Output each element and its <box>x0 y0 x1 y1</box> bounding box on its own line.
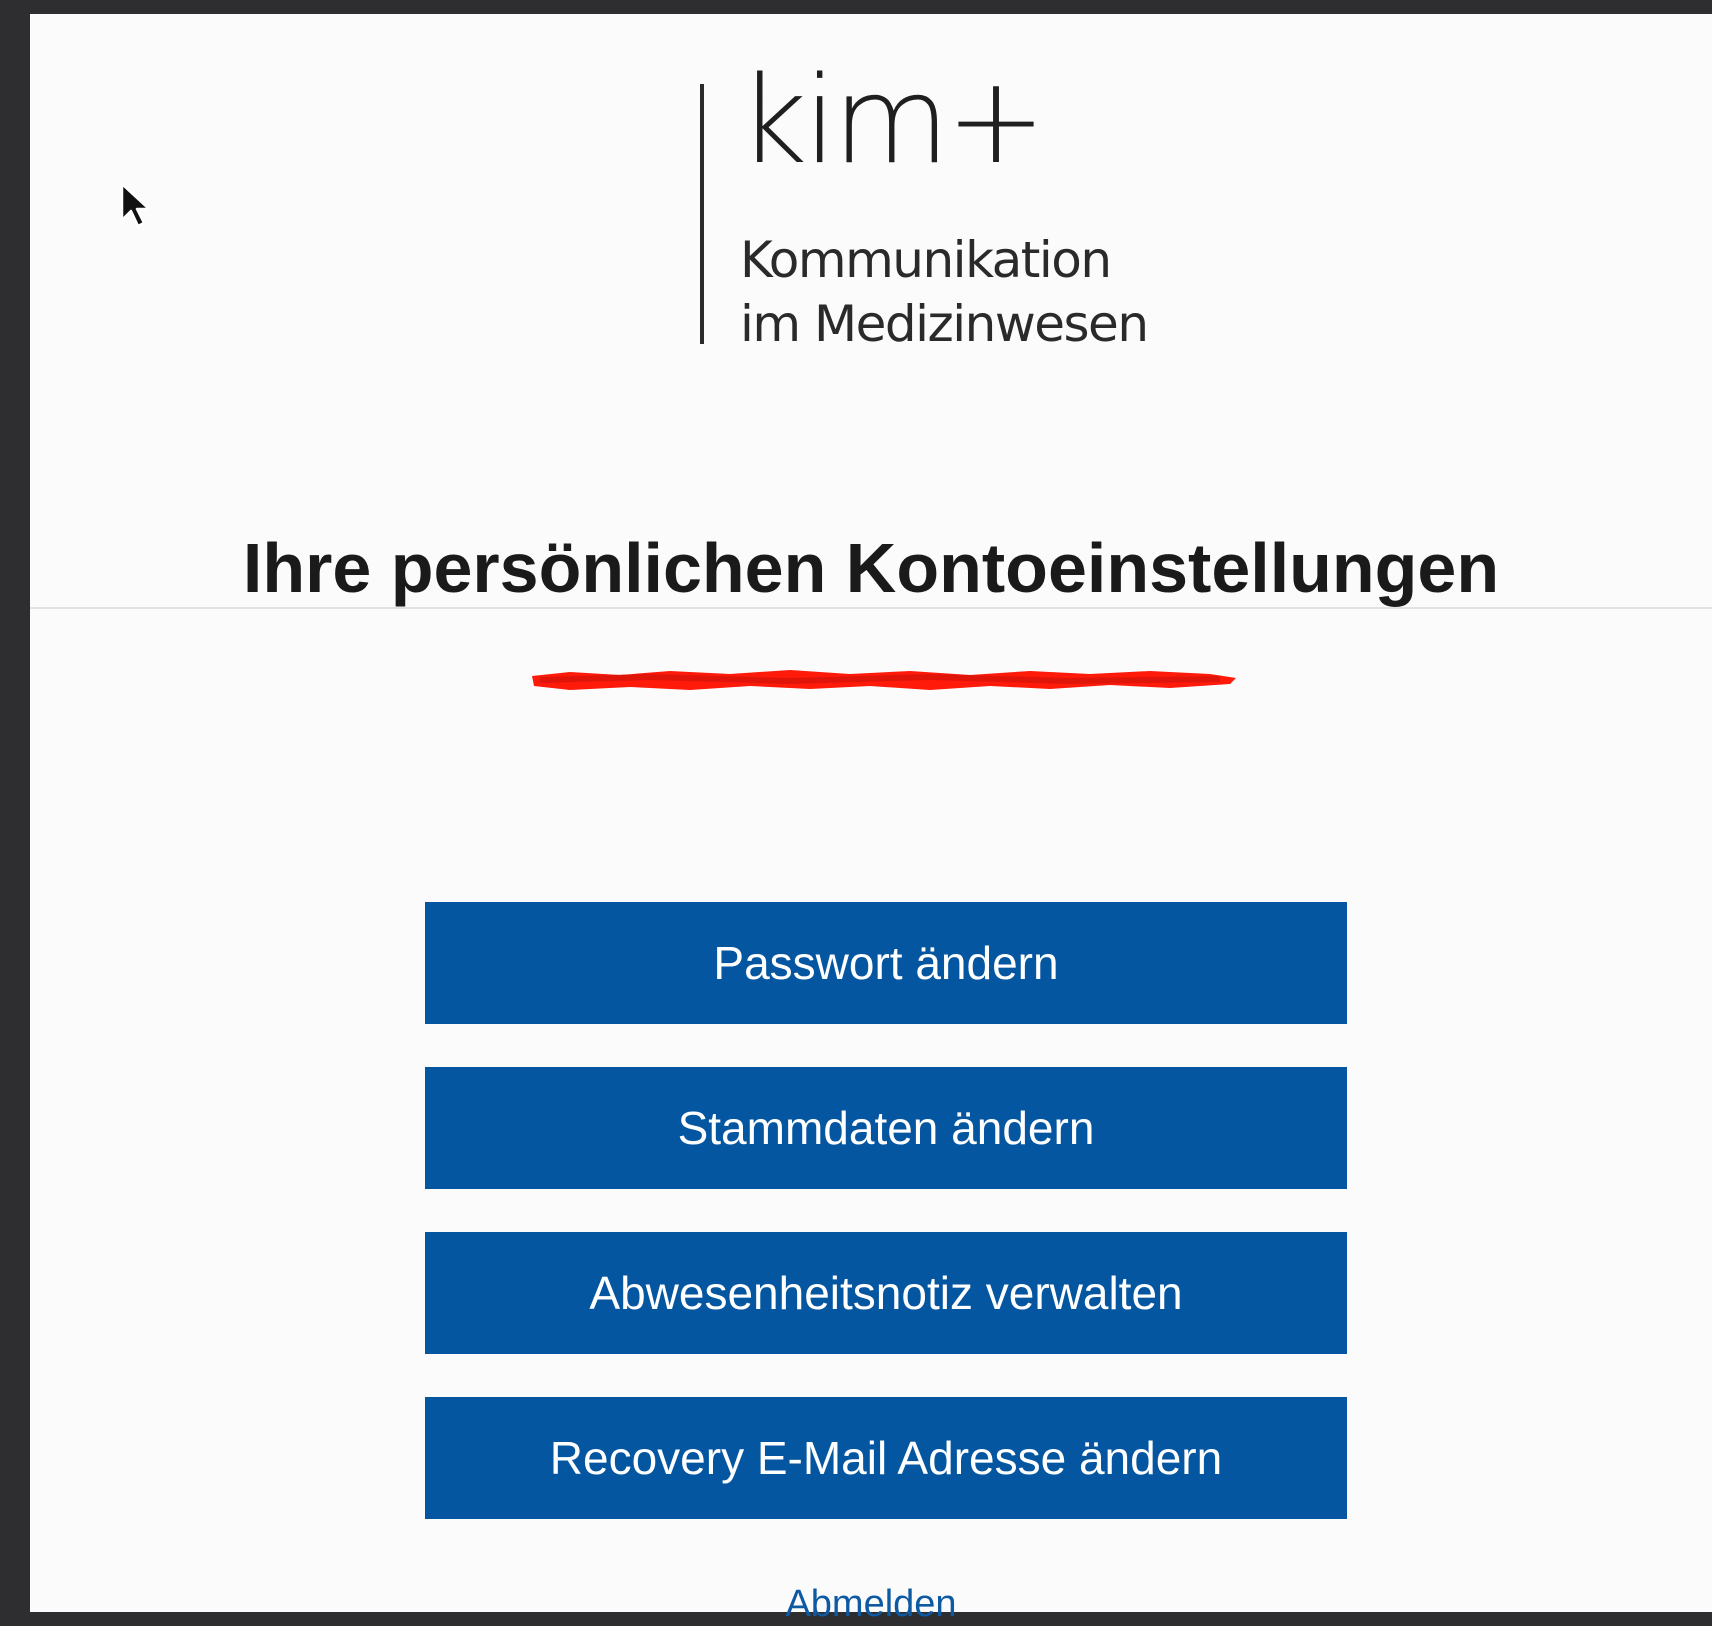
account-actions: Passwort ändern Stammdaten ändern Abwese… <box>425 902 1347 1562</box>
logo-divider-bar <box>700 84 704 344</box>
page-title: Ihre persönlichen Kontoeinstellungen <box>242 528 1500 607</box>
logo-tagline-line2: im Medizinwesen <box>740 295 1149 353</box>
logo-tagline-line1: Kommunikation <box>740 231 1112 289</box>
change-recovery-email-button[interactable]: Recovery E-Mail Adresse ändern <box>425 1397 1347 1519</box>
kim-logo: kim+ Kommunikation im Medizinwesen <box>670 62 1150 353</box>
manage-absence-note-button[interactable]: Abwesenheitsnotiz verwalten <box>425 1232 1347 1354</box>
browser-page: kim+ Kommunikation im Medizinwesen Ihre … <box>30 14 1712 1625</box>
header-divider <box>30 607 1712 609</box>
mouse-pointer-icon <box>120 182 150 228</box>
change-master-data-button[interactable]: Stammdaten ändern <box>425 1067 1347 1189</box>
logout-link[interactable]: Abmelden <box>30 1582 1712 1626</box>
logo-tagline: Kommunikation im Medizinwesen <box>740 228 1149 356</box>
redacted-email <box>532 670 1236 690</box>
logo-wordmark: kim+ <box>738 52 1046 191</box>
change-password-button[interactable]: Passwort ändern <box>425 902 1347 1024</box>
